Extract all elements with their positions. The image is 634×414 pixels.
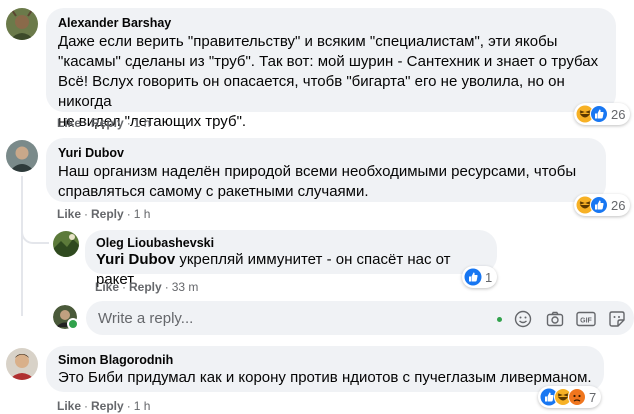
reply-timestamp[interactable]: 33 m: [172, 280, 199, 294]
reaction-count: 1: [485, 269, 493, 285]
thread-connector: [21, 176, 23, 316]
avatar-simon-blagorodnih[interactable]: [6, 348, 38, 380]
reaction-summary[interactable]: 26: [574, 194, 631, 216]
reply-input-container: GIF: [86, 301, 634, 335]
like-reaction-icon: [590, 196, 608, 214]
comment-author[interactable]: Simon Blagorodnih: [58, 353, 592, 367]
reply-button[interactable]: Reply: [91, 116, 124, 130]
sticker-icon[interactable]: [608, 310, 626, 333]
comment-text: Это Биби придумал как и корону против нд…: [58, 369, 592, 386]
like-reaction-icon: [590, 105, 608, 123]
reaction-count: 7: [589, 389, 597, 405]
mention-link[interactable]: Yuri Dubov: [96, 251, 175, 268]
like-button[interactable]: Like: [57, 207, 81, 221]
comment-actions: Like · Reply · 1 h: [57, 399, 151, 413]
comment-actions: Like · Reply · 1 h: [57, 207, 151, 221]
comment-bubble: Simon Blagorodnih Это Биби придумал как …: [46, 346, 604, 392]
avatar-alexander-barshay[interactable]: [6, 8, 38, 40]
comment-author[interactable]: Alexander Barshay: [58, 16, 604, 30]
comment-text: Наш организм наделён природой всеми необ…: [58, 163, 577, 200]
reaction-summary[interactable]: 1: [462, 266, 498, 288]
comment-bubble: Alexander Barshay Даже если верить "прав…: [46, 8, 616, 130]
comment-bubble: Yuri Dubov Наш организм наделён природой…: [46, 138, 606, 202]
reply-author[interactable]: Oleg Lioubashevski: [96, 236, 486, 250]
comment-timestamp[interactable]: 1 h: [134, 207, 151, 221]
like-button[interactable]: Like: [95, 280, 119, 294]
smiley-icon[interactable]: [514, 310, 532, 333]
comment-timestamp[interactable]: 1 h: [134, 399, 151, 413]
like-button[interactable]: Like: [57, 116, 81, 130]
reaction-summary[interactable]: 26: [574, 103, 631, 125]
svg-text:GIF: GIF: [580, 318, 592, 325]
like-button[interactable]: Like: [57, 399, 81, 413]
gif-icon[interactable]: GIF: [576, 310, 596, 333]
reply-bubble: Oleg Lioubashevski Yuri Dubov укрепляй и…: [85, 230, 497, 288]
online-status-dot: [67, 318, 79, 330]
reply-actions: Like · Reply · 33 m: [95, 280, 199, 294]
comment-actions: Like · Reply · 1 h: [57, 116, 151, 130]
typing-indicator-dot: [497, 317, 502, 322]
like-reaction-icon: [464, 268, 482, 286]
reply-button[interactable]: Reply: [91, 207, 124, 221]
current-user-avatar: [53, 305, 79, 330]
avatar-yuri-dubov[interactable]: [6, 140, 38, 172]
thread-branch: [21, 222, 49, 244]
reply-input[interactable]: [86, 308, 500, 328]
comment-author[interactable]: Yuri Dubov: [58, 146, 594, 160]
reaction-summary[interactable]: 7: [538, 386, 602, 408]
comment-timestamp[interactable]: 1 h: [134, 116, 151, 130]
reply-button[interactable]: Reply: [91, 399, 124, 413]
avatar-oleg-lioubashevski[interactable]: [53, 231, 79, 257]
reply-button[interactable]: Reply: [129, 280, 162, 294]
angry-reaction-icon: [568, 388, 586, 406]
camera-icon[interactable]: [546, 310, 564, 333]
reaction-count: 26: [611, 197, 626, 213]
reaction-count: 26: [611, 106, 626, 122]
